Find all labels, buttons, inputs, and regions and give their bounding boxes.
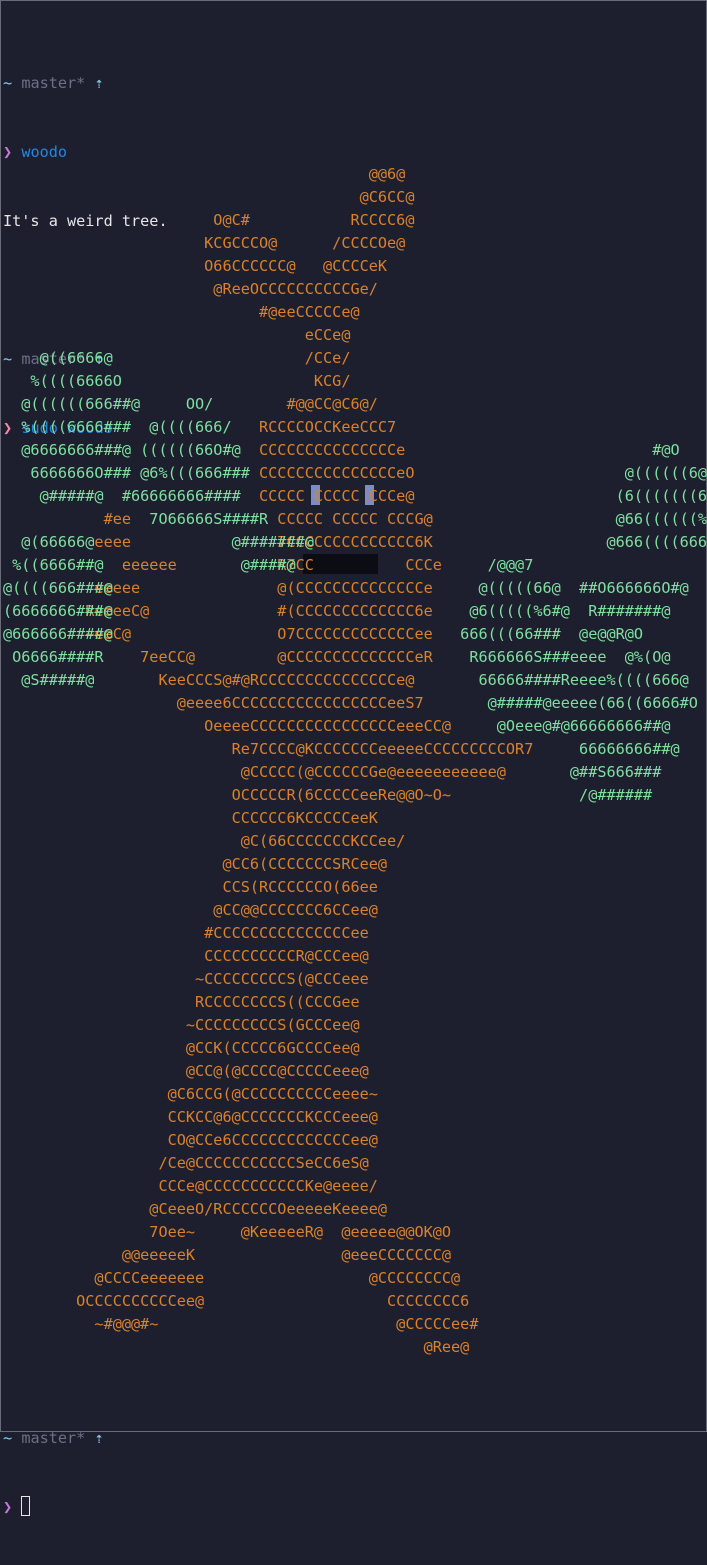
cwd-tilde: ~	[3, 74, 13, 92]
ascii-art-green-layer: @((6666@ %((((6666O @((((((666##@ OO/ %(…	[3, 349, 707, 804]
git-branch: master*	[21, 74, 86, 92]
terminal-window: ~ master* ⇡ ❯ woodo It's a weird tree. ~…	[0, 0, 707, 1516]
command-line: ❯ woodo	[3, 141, 703, 164]
input-line[interactable]: ❯	[3, 1496, 703, 1519]
prompt-symbol: ❯	[3, 1498, 13, 1516]
command-text: woodo	[21, 143, 68, 161]
prompt-line: ~ master* ⇡	[3, 1427, 703, 1450]
prompt-line: ~ master* ⇡	[3, 72, 703, 95]
git-ahead-arrow-icon: ⇡	[94, 74, 104, 92]
prompt-symbol: ❯	[3, 143, 13, 161]
ascii-art-tree: @@6@ @C6CC@ O@C# RCCCC6@ KCGCCCO@ /CCCCO…	[3, 163, 707, 1363]
final-prompt: ~ master* ⇡ ❯	[3, 1381, 703, 1565]
text-cursor[interactable]	[21, 1496, 31, 1516]
